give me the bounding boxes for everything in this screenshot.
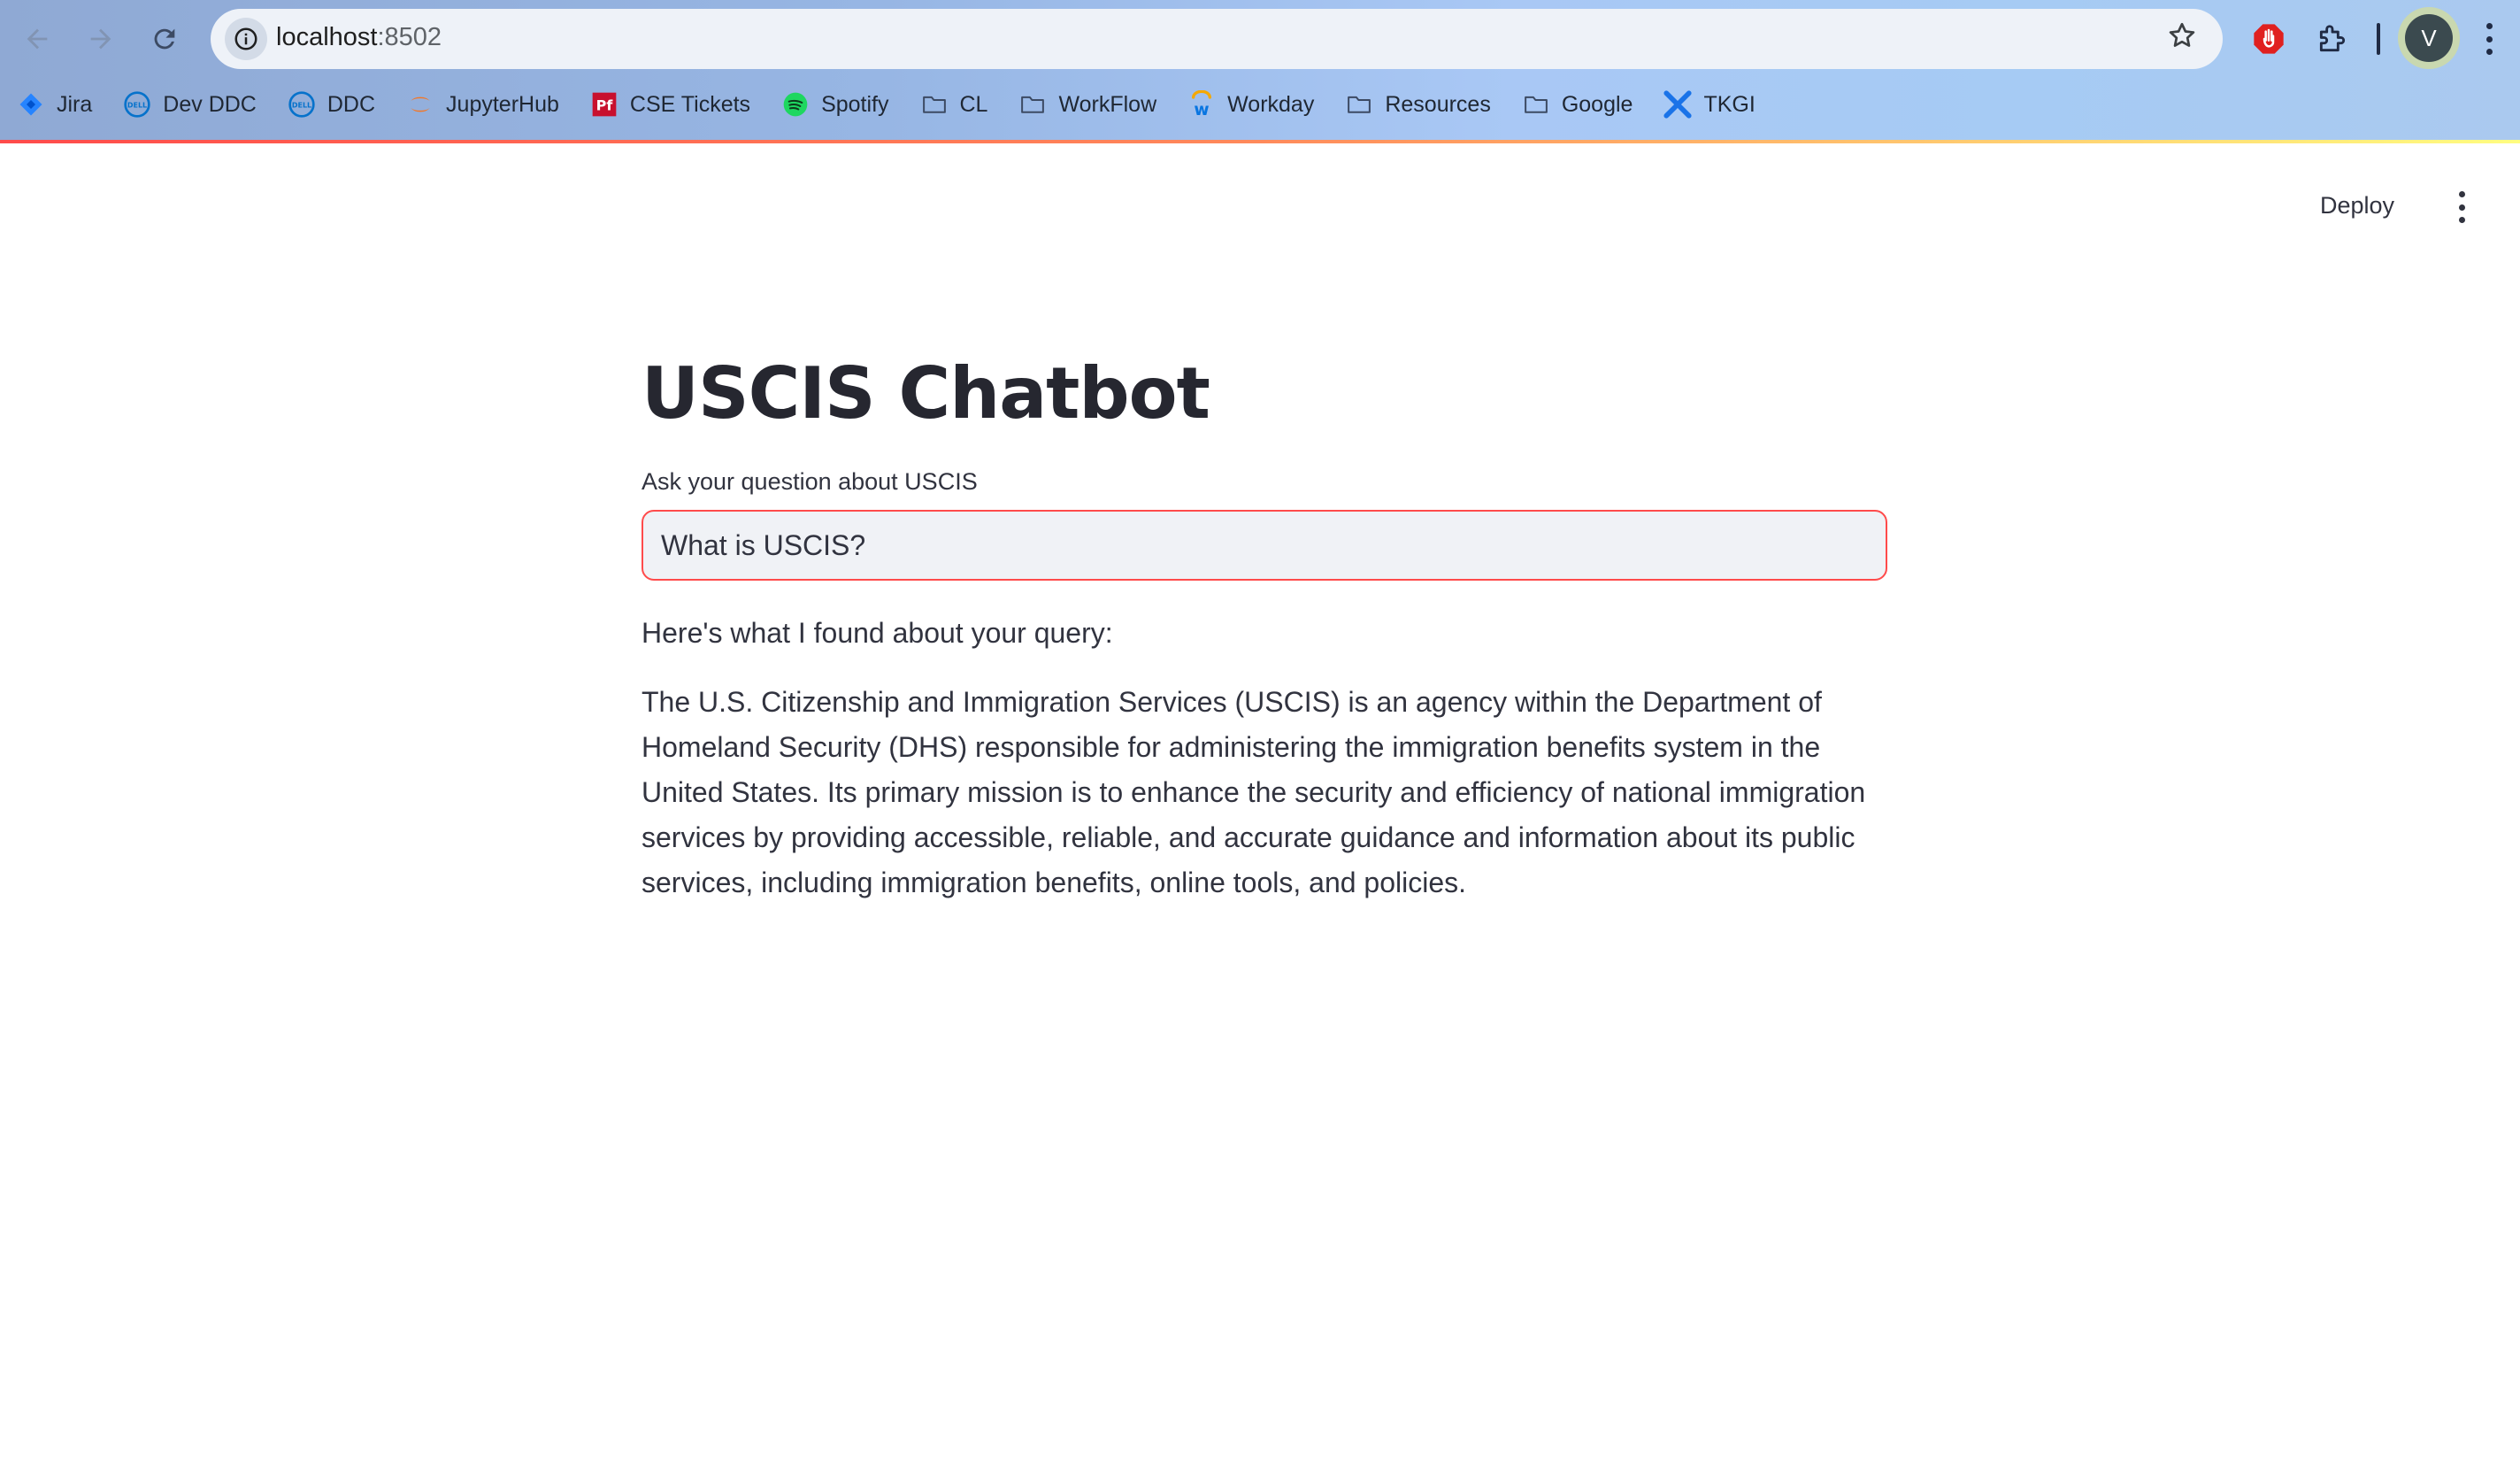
app-menu-button[interactable]	[2451, 189, 2472, 225]
avatar: V	[2405, 14, 2453, 62]
browser-menu-button[interactable]	[2476, 19, 2502, 58]
deploy-button[interactable]: Deploy	[2320, 188, 2394, 223]
dot-icon	[2485, 49, 2493, 55]
address-bar[interactable]: localhost:8502	[211, 9, 2223, 69]
adblock-extension-button[interactable]	[2247, 18, 2290, 60]
folder-icon	[1018, 89, 1048, 119]
info-icon	[234, 27, 257, 50]
bookmark-ddc[interactable]: DELL DDC	[287, 89, 375, 119]
bookmark-jira[interactable]: Jira	[16, 89, 92, 119]
svg-text:w: w	[1195, 101, 1210, 119]
star-icon	[2169, 22, 2195, 47]
bookmark-label: CSE Tickets	[629, 91, 751, 117]
stop-hand-icon	[2254, 24, 2284, 54]
bookmark-label: Workday	[1227, 91, 1315, 117]
jira-icon	[16, 89, 46, 119]
bookmark-dev-ddc[interactable]: DELL Dev DDC	[122, 89, 257, 119]
forward-button[interactable]	[80, 18, 122, 60]
dell-icon: DELL	[122, 89, 152, 119]
toolbar-divider	[2377, 23, 2380, 55]
svg-text:DELL: DELL	[127, 101, 147, 109]
bookmark-jupyterhub[interactable]: JupyterHub	[405, 89, 559, 119]
bookmark-label: Dev DDC	[163, 91, 257, 117]
bookmark-label: Spotify	[821, 91, 889, 117]
dot-icon	[2485, 35, 2493, 42]
folder-icon	[1521, 89, 1551, 119]
bookmark-spotify[interactable]: Spotify	[780, 89, 889, 119]
app-header-decoration	[0, 140, 2520, 143]
jupyter-icon	[405, 89, 435, 119]
arrow-left-icon	[27, 28, 48, 50]
browser-chrome: localhost:8502 V Jira DELL Dev DDC DELL …	[0, 0, 2520, 142]
reload-button[interactable]	[143, 18, 186, 60]
back-button[interactable]	[16, 18, 58, 60]
workday-icon: w	[1187, 89, 1217, 119]
response-text: The U.S. Citizenship and Immigration Ser…	[642, 686, 1866, 898]
extensions-button[interactable]	[2311, 18, 2354, 60]
question-input-label: Ask your question about USCIS	[642, 468, 978, 495]
pf-icon: Pf	[589, 89, 619, 119]
response-intro: Here's what I found about your query:	[642, 617, 1113, 649]
reload-icon	[154, 28, 175, 50]
bookmark-label: Google	[1561, 91, 1633, 117]
bookmark-label: Resources	[1385, 91, 1491, 117]
bookmark-folder-resources[interactable]: Resources	[1344, 89, 1491, 119]
dot-icon	[2458, 217, 2465, 223]
spotify-icon	[780, 89, 811, 119]
dot-icon	[2485, 23, 2493, 29]
bookmark-tkgi[interactable]: TKGI	[1663, 89, 1756, 119]
bookmark-label: JupyterHub	[446, 91, 559, 117]
bookmark-label: DDC	[327, 91, 376, 117]
question-input-container[interactable]	[642, 510, 1887, 581]
url-port: :8502	[377, 23, 442, 51]
bookmark-cse-tickets[interactable]: Pf CSE Tickets	[589, 89, 750, 119]
url-text[interactable]: localhost:8502	[276, 23, 442, 52]
dot-icon	[2458, 204, 2465, 211]
question-input[interactable]	[659, 528, 1870, 563]
bookmark-label: TKGI	[1703, 91, 1756, 117]
arrow-right-icon	[90, 28, 111, 50]
bookmark-label: Jira	[57, 91, 93, 117]
bookmark-label: WorkFlow	[1058, 91, 1157, 117]
bookmark-folder-workflow[interactable]: WorkFlow	[1018, 89, 1156, 119]
bookmark-folder-cl[interactable]: CL	[919, 89, 988, 119]
dell-icon: DELL	[287, 89, 317, 119]
main-content: USCIS Chatbot Ask your question about US…	[642, 336, 1887, 905]
folder-icon	[919, 89, 949, 119]
profile-button[interactable]: V	[2398, 7, 2460, 69]
bookmark-folder-google[interactable]: Google	[1521, 89, 1633, 119]
page-title: USCIS Chatbot	[642, 352, 1210, 435]
site-info-button[interactable]	[225, 18, 267, 60]
url-host: localhost	[276, 23, 378, 51]
dot-icon	[2458, 191, 2465, 197]
folder-icon	[1344, 89, 1374, 119]
bookmark-star-button[interactable]	[2166, 19, 2198, 60]
svg-text:Pf: Pf	[596, 97, 614, 114]
bookmark-label: CL	[959, 91, 988, 117]
puzzle-icon	[2319, 25, 2346, 52]
svg-text:DELL: DELL	[292, 101, 311, 109]
tkgi-icon	[1663, 89, 1693, 119]
bookmark-workday[interactable]: w Workday	[1187, 89, 1314, 119]
bookmarks-bar: Jira DELL Dev DDC DELL DDC JupyterHub Pf…	[16, 85, 1786, 124]
